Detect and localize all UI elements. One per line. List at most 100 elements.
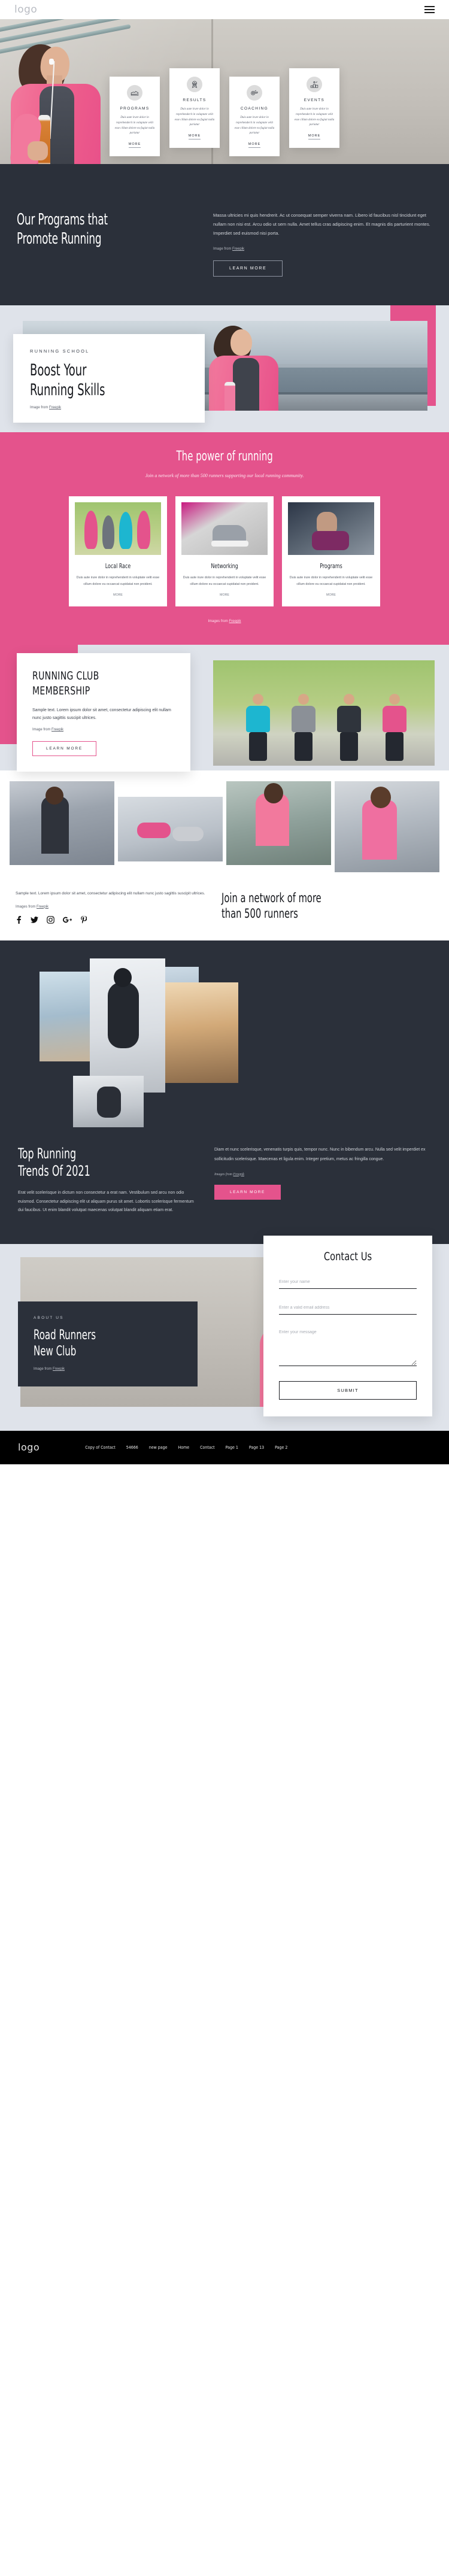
feature-card-coaching[interactable]: COACHING Duis aute irure dolor in repreh… [229, 77, 280, 156]
network-title-line2: than 500 runners [222, 906, 298, 921]
google-plus-icon[interactable] [62, 916, 72, 925]
freepik-link[interactable]: Freepik [233, 1173, 244, 1176]
hero-section: PROGRAMS Duis aute irure dolor in repreh… [0, 19, 449, 164]
gallery-photo-1 [10, 781, 114, 866]
trends-title-line1: Top Running [18, 1145, 77, 1162]
membership-learn-more-button[interactable]: LEARN MORE [32, 741, 96, 757]
footer-link-new-page[interactable]: new page [149, 1445, 168, 1450]
trends-photo-collage [18, 958, 431, 1130]
trends-photo-4 [153, 982, 238, 1083]
programs-section: Our Programs that Promote Running Massa … [0, 164, 449, 305]
membership-section: RUNNING CLUB MEMBERSHIP Sample text. Lor… [0, 645, 449, 772]
feature-card-text: Duis aute irure dolor in reprehenderit i… [294, 108, 335, 127]
programs-title-line2: Promote Running [17, 229, 102, 248]
email-field[interactable] [279, 1302, 417, 1315]
site-logo[interactable]: logo [14, 4, 37, 15]
footer-link-contact[interactable]: Contact [200, 1445, 215, 1450]
freepik-link[interactable]: Freepik [37, 905, 48, 909]
facebook-icon[interactable] [16, 915, 22, 925]
membership-card: RUNNING CLUB MEMBERSHIP Sample text. Lor… [17, 653, 190, 772]
power-card-text: Duis aute irure dolor in reprehenderit i… [76, 576, 160, 586]
power-card-title: Local Race [105, 562, 131, 570]
site-header: logo [0, 0, 449, 19]
programs-heading-group: Our Programs that Promote Running [17, 211, 196, 277]
feature-card-text: Duis aute irure dolor in reprehenderit i… [114, 116, 155, 135]
trends-photo-2 [90, 958, 165, 1093]
freepik-link[interactable]: Freepik [229, 620, 241, 623]
boost-title-line1: Boost Your [30, 361, 87, 380]
credit-prefix: Images from [214, 1172, 233, 1176]
credit-prefix: Image from [213, 247, 233, 251]
footer-link-page-13[interactable]: Page 13 [249, 1445, 264, 1450]
boost-caption-card: RUNNING SCHOOL Boost Your Running Skills… [13, 334, 205, 423]
power-card-more-link[interactable]: MORE [75, 593, 161, 597]
credit-prefix: Images from [208, 620, 229, 624]
freepik-link[interactable]: Freepik [232, 247, 244, 251]
landing-page: logo PROGRAMS Duis aute irure dolor in r… [0, 0, 449, 1465]
name-field[interactable] [279, 1276, 417, 1289]
power-card-local-race[interactable]: Local Race Duis aute irure dolor in repr… [69, 496, 167, 607]
footer-link-copy-of-contact[interactable]: Copy of Contact [85, 1445, 116, 1450]
whistle-icon [247, 85, 262, 101]
gallery-photo-3 [226, 781, 331, 866]
footer-link-54666[interactable]: 54666 [126, 1445, 138, 1450]
freepik-link[interactable]: Freepik [49, 406, 61, 409]
credit-prefix: Images from [16, 905, 37, 909]
power-image-credit: Images from Freepik [13, 620, 436, 623]
trends-image-credit: Images from Freepik [214, 1173, 431, 1176]
power-card-more-link[interactable]: MORE [288, 593, 374, 597]
power-card-text: Duis aute irure dolor in reprehenderit i… [183, 576, 266, 586]
feature-card-more-link[interactable]: MORE [248, 142, 261, 148]
membership-title-line1: RUNNING CLUB [32, 669, 99, 683]
boost-image-credit: Image from Freepik [30, 406, 188, 409]
footer-link-page-1[interactable]: Page 1 [226, 1445, 238, 1450]
feature-card-more-link[interactable]: MORE [308, 134, 321, 139]
feature-card-results[interactable]: RESULTS Duis aute irure dolor in reprehe… [169, 68, 220, 148]
freepik-link[interactable]: Freepik [51, 728, 63, 732]
podium-winner-icon [307, 77, 322, 92]
footer-link-home[interactable]: Home [178, 1445, 190, 1450]
feature-card-title: RESULTS [183, 98, 207, 102]
contact-title: Contact Us [323, 1250, 372, 1264]
power-card-text: Duis aute irure dolor in reprehenderit i… [289, 576, 373, 586]
credit-prefix: Image from [30, 406, 50, 409]
power-card-networking[interactable]: Networking Duis aute irure dolor in repr… [175, 496, 274, 607]
trends-title-line2: Trends Of 2021 [18, 1163, 90, 1180]
about-contact-section: ABOUT US Road Runners New Club Image fro… [0, 1236, 449, 1431]
feature-card-more-link[interactable]: MORE [188, 134, 201, 139]
instagram-icon[interactable] [47, 915, 54, 925]
local-race-photo [75, 502, 161, 555]
power-title: The power of running [176, 449, 273, 464]
gallery-photo-4 [335, 781, 439, 873]
about-title-line2: New Club [34, 1344, 77, 1360]
trends-learn-more-button[interactable]: LEARN MORE [214, 1184, 281, 1200]
feature-card-title: PROGRAMS [120, 107, 150, 111]
message-field[interactable] [279, 1327, 417, 1367]
power-card-list: Local Race Duis aute irure dolor in repr… [13, 496, 436, 607]
feature-card-programs[interactable]: PROGRAMS Duis aute irure dolor in repreh… [110, 77, 160, 156]
trends-text-right: Diam et nunc scelerisque, venenatis turp… [214, 1147, 426, 1161]
power-card-programs[interactable]: Programs Duis aute irure dolor in repreh… [282, 496, 380, 607]
footer-logo[interactable]: logo [18, 1443, 40, 1452]
about-title-line1: Road Runners [34, 1327, 96, 1343]
feature-card-more-link[interactable]: MORE [128, 142, 141, 148]
footer-link-page-2[interactable]: Page 2 [275, 1445, 287, 1450]
submit-button[interactable]: SUBMIT [279, 1381, 417, 1400]
credit-prefix: Image from [32, 728, 52, 732]
social-links [16, 915, 207, 925]
freepik-link[interactable]: Freepik [53, 1367, 65, 1371]
network-text: Sample text. Lorem ipsum dolor sit amet,… [16, 891, 205, 896]
credit-prefix: Image from [34, 1367, 53, 1372]
trends-section: Top Running Trends Of 2021 Erat velit sc… [0, 940, 449, 1245]
power-subtitle: Join a network of more than 500 runners … [145, 473, 304, 478]
programs-title-line1: Our Programs that [17, 211, 108, 229]
feature-card-events[interactable]: EVENTS Duis aute irure dolor in reprehen… [289, 68, 339, 148]
pinterest-icon[interactable] [80, 915, 87, 925]
twitter-icon[interactable] [31, 916, 38, 925]
hamburger-menu-icon[interactable] [424, 6, 435, 13]
feature-card-text: Duis aute irure dolor in reprehenderit i… [174, 108, 215, 127]
network-section: Sample text. Lorem ipsum dolor sit amet,… [0, 770, 449, 940]
feature-card-list: PROGRAMS Duis aute irure dolor in repreh… [0, 68, 449, 164]
programs-learn-more-button[interactable]: LEARN MORE [213, 260, 283, 277]
power-card-more-link[interactable]: MORE [181, 593, 268, 597]
